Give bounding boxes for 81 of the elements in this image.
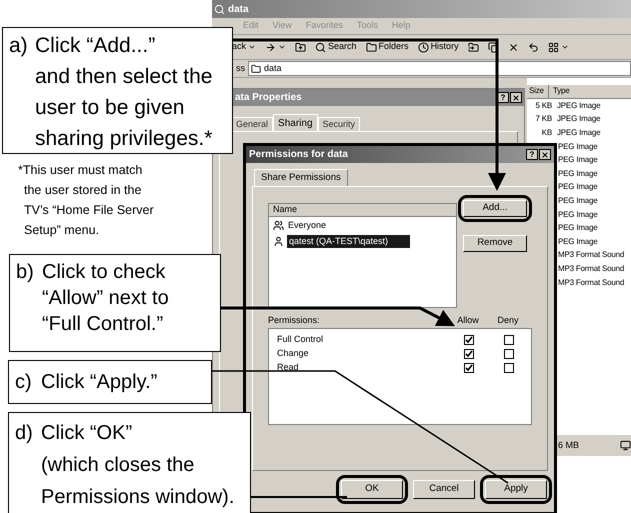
help-button[interactable]: ?: [526, 149, 538, 160]
file-size: 7 KB: [534, 113, 552, 126]
dialog-title: ata Properties: [235, 91, 302, 105]
checkbox[interactable]: [504, 363, 514, 373]
callout-letter: b): [16, 260, 35, 285]
file-type: JPEG Image: [557, 126, 600, 139]
toolbar-button[interactable]: Search: [313, 38, 359, 56]
callout-text: Click “Add...” and then select the user to be given sharing privileges.*: [35, 33, 212, 152]
forward-arrow-icon: [265, 42, 276, 52]
column-header[interactable]: Size: [527, 85, 549, 98]
file-size: KB: [540, 126, 552, 139]
folder-up-icon: [295, 42, 306, 52]
callout-text: Click “Apply.”: [41, 370, 158, 395]
caret-icon: [248, 43, 256, 51]
callout-letter: d): [15, 421, 34, 446]
column-label: Allow: [456, 314, 480, 328]
file-type: PEG Image: [558, 154, 598, 166]
dialog-button[interactable]: Apply: [485, 480, 547, 499]
callout-letter: a): [9, 33, 29, 59]
tab[interactable]: Share Permissions: [254, 169, 348, 186]
checkbox[interactable]: [464, 335, 474, 345]
permissions-label: Permissions:: [268, 314, 321, 328]
checkbox[interactable]: [464, 349, 474, 359]
file-type: PEG Image: [558, 140, 598, 153]
address-label: ss: [236, 62, 245, 75]
user-item[interactable]: Everyone: [269, 218, 456, 233]
callout-letter: c): [15, 370, 33, 395]
permission-name: Full Control: [277, 333, 324, 346]
close-icon: [508, 42, 519, 52]
people-icon: [273, 220, 284, 231]
callout-text: Click to check “Allow” next to “Full Control.”: [42, 260, 169, 337]
file-type: MP3 Format Sound: [558, 249, 624, 262]
file-size: 5 KB: [534, 100, 552, 112]
file-type: PEG Image: [558, 222, 598, 234]
checkbox[interactable]: [504, 335, 514, 345]
file-type: PEG Image: [558, 194, 598, 207]
close-icon: [541, 150, 549, 158]
file-type: PEG Image: [558, 208, 598, 221]
undo-icon: [528, 42, 539, 52]
toolbar-button[interactable]: Folders: [364, 38, 411, 56]
search-icon: [315, 42, 326, 52]
column-label: Deny: [496, 314, 520, 328]
tab[interactable]: Sharing: [273, 114, 318, 131]
folder-arrow-icon: [468, 42, 479, 52]
dialog-button[interactable]: OK: [341, 480, 403, 499]
footnote: *This user must match the user stored in the TV’s “Home File Server Setup” menu.: [18, 162, 154, 239]
column-header[interactable]: Name: [269, 204, 456, 217]
column-header[interactable]: Type: [549, 85, 631, 98]
dialog-title: Permissions for data: [249, 148, 348, 162]
callout-text: Click “OK” (which closes the Permissions window).: [41, 421, 234, 510]
folder-icon: [251, 64, 261, 74]
file-type: MP3 Format Sound: [558, 276, 624, 289]
close-icon: [512, 94, 520, 102]
folder-icon: [366, 42, 377, 52]
address-field[interactable]: data: [248, 61, 631, 76]
search-icon: [214, 4, 225, 14]
dialog-button[interactable]: Add...: [463, 200, 527, 217]
toolbar-button[interactable]: History: [416, 38, 461, 56]
file-type: PEG Image: [558, 181, 598, 194]
file-type: JPEG Image: [557, 113, 600, 126]
dialog-button[interactable]: Cancel: [413, 480, 475, 499]
checkbox[interactable]: [504, 349, 514, 359]
file-type: PEG Image: [558, 168, 598, 180]
permission-name: Change: [277, 347, 310, 360]
file-type: JPEG Image: [557, 100, 600, 112]
permission-name: Read: [277, 361, 300, 374]
caret-icon: [560, 43, 569, 51]
grid-icon: [548, 42, 559, 52]
tab[interactable]: Security: [318, 117, 360, 131]
window-title: data: [228, 2, 249, 16]
person-icon: [273, 236, 284, 247]
clock-icon: [418, 42, 429, 52]
computer-icon: [620, 440, 631, 451]
status-text: 6 MB: [558, 438, 580, 452]
close-button[interactable]: [510, 92, 522, 103]
checkbox[interactable]: [464, 363, 474, 373]
caret-icon: [278, 43, 286, 51]
dialog-button[interactable]: Remove: [463, 235, 527, 252]
close-button[interactable]: [539, 149, 551, 160]
file-type: MP3 Format Sound: [558, 262, 624, 275]
file-type: PEG Image: [558, 236, 598, 248]
